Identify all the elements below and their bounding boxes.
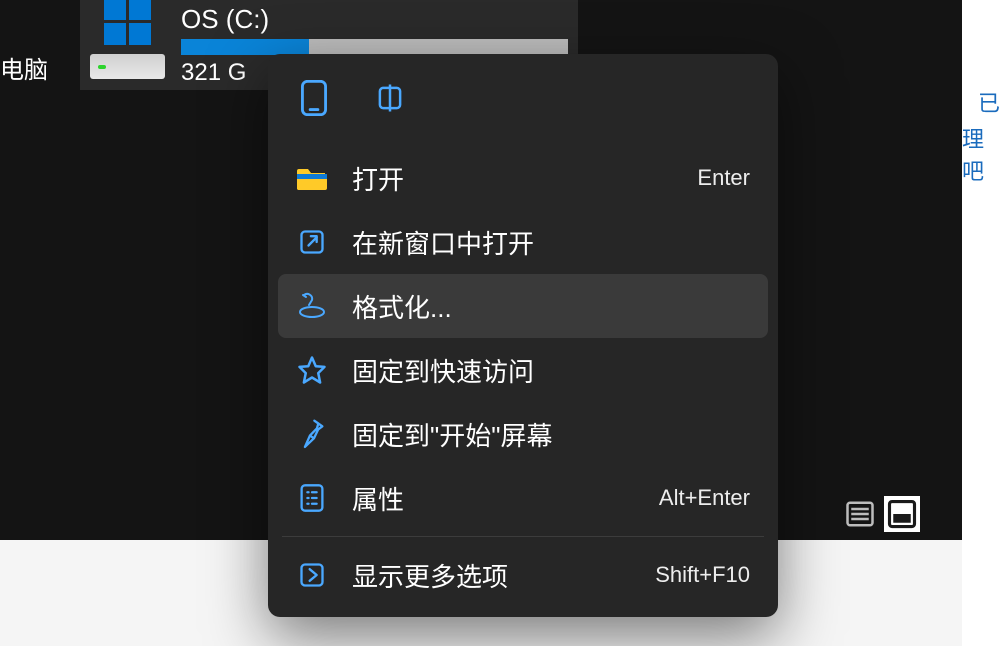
split-icon: [372, 82, 408, 114]
menu-item-label: 显示更多选项: [352, 557, 631, 594]
format-icon: [296, 290, 328, 322]
menu-item-properties[interactable]: 属性 Alt+Enter: [278, 466, 768, 530]
menu-item-label: 打开: [352, 160, 673, 197]
details-view-button[interactable]: [884, 496, 920, 532]
tablet-icon: [298, 80, 330, 116]
menu-item-pin-start[interactable]: 固定到"开始"屏幕: [278, 402, 768, 466]
menu-item-show-more[interactable]: 显示更多选项 Shift+F10: [278, 543, 768, 607]
more-options-icon: [296, 559, 328, 591]
context-menu-header: [278, 64, 768, 146]
menu-item-open-new-window[interactable]: 在新窗口中打开: [278, 210, 768, 274]
properties-icon: [296, 482, 328, 514]
menu-separator: [282, 536, 764, 537]
layout-button-1[interactable]: [296, 80, 332, 116]
view-toggle: [842, 496, 920, 532]
menu-item-shortcut: Shift+F10: [655, 562, 750, 588]
open-external-icon: [296, 226, 328, 258]
drive-icon: [90, 8, 165, 83]
menu-item-shortcut: Enter: [697, 165, 750, 191]
menu-item-label: 在新窗口中打开: [352, 224, 750, 261]
right-link-2[interactable]: 理吧: [962, 122, 1000, 186]
folder-icon: [296, 162, 328, 194]
drive-name: OS (C:): [181, 4, 568, 35]
star-icon: [296, 354, 328, 386]
menu-item-pin-quick-access[interactable]: 固定到快速访问: [278, 338, 768, 402]
menu-item-shortcut: Alt+Enter: [659, 485, 750, 511]
menu-item-label: 固定到快速访问: [352, 352, 750, 389]
layout-button-2[interactable]: [372, 80, 408, 116]
right-panel: 已 理吧: [962, 0, 1002, 646]
list-icon: [845, 499, 875, 529]
drive-usage-fill: [181, 39, 309, 55]
drive-usage-bar: [181, 39, 568, 55]
pin-icon: [296, 418, 328, 450]
menu-item-open[interactable]: 打开 Enter: [278, 146, 768, 210]
menu-item-label: 格式化...: [352, 288, 750, 325]
sidebar-item-computer[interactable]: 电脑: [0, 50, 48, 85]
menu-item-label: 属性: [352, 480, 635, 517]
menu-item-label: 固定到"开始"屏幕: [352, 416, 750, 453]
menu-item-format[interactable]: 格式化...: [278, 274, 768, 338]
details-icon: [887, 499, 917, 529]
context-menu: 打开 Enter 在新窗口中打开 格式化... 固定到快速访问 固定到"开始"屏…: [268, 54, 778, 617]
list-view-button[interactable]: [842, 496, 878, 532]
right-link-1[interactable]: 已: [978, 86, 1000, 118]
